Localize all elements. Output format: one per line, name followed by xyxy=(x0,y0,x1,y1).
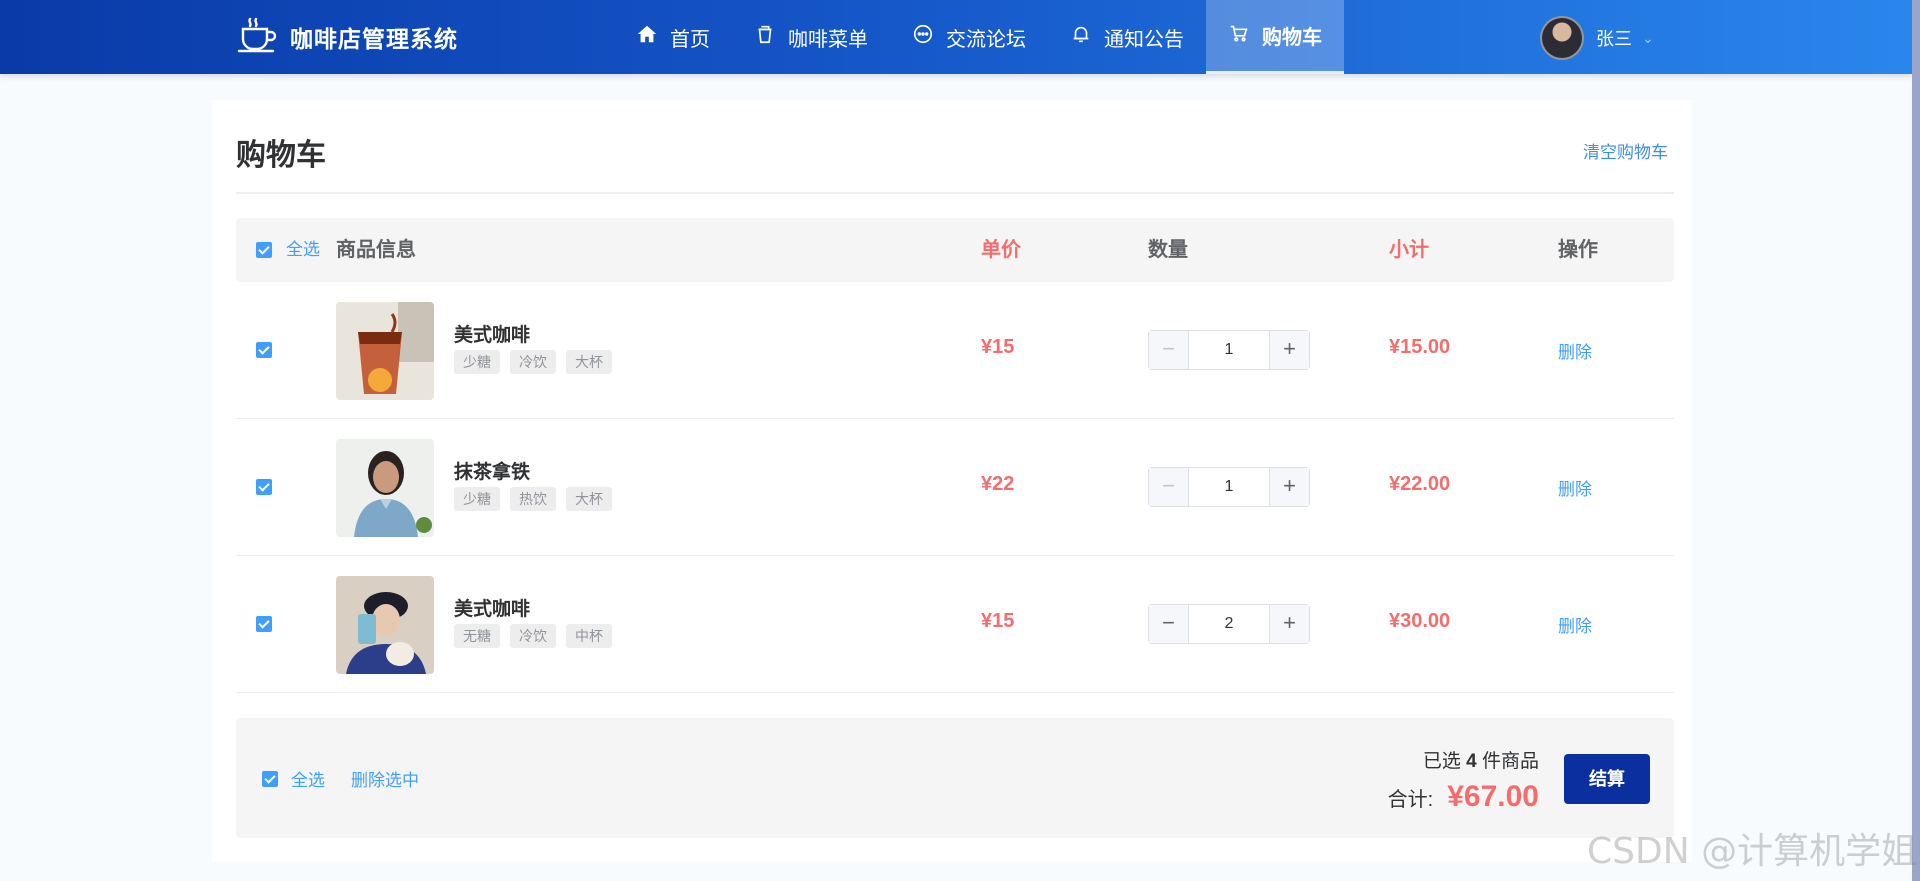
nav-label: 咖啡菜单 xyxy=(788,28,868,51)
cup-icon xyxy=(754,23,788,51)
chat-icon xyxy=(912,23,946,51)
cart-footer: 全选 删除选中 已选 4 件商品 合计: ¥67.00 结算 xyxy=(236,718,1674,838)
count-value: 4 xyxy=(1466,751,1477,772)
nav-item-notices[interactable]: 通知公告 xyxy=(1048,0,1206,74)
table-row: 抹茶拿铁 少糖 热饮 大杯 ¥22 − + ¥22.00 删除 xyxy=(236,419,1674,556)
quantity-stepper: − + xyxy=(1148,330,1310,370)
nav-item-forum[interactable]: 交流论坛 xyxy=(890,0,1048,74)
main-nav: 首页 咖啡菜单 交流论坛 通知公告 购物车 xyxy=(614,0,1344,74)
scrollbar[interactable] xyxy=(1912,0,1920,881)
nav-label: 首页 xyxy=(670,28,710,51)
brand[interactable]: 咖啡店管理系统 xyxy=(236,17,458,57)
increase-button[interactable]: + xyxy=(1269,605,1309,643)
quantity-input[interactable] xyxy=(1189,605,1269,643)
home-icon xyxy=(636,23,670,51)
spec-tag: 无糖 xyxy=(454,624,500,648)
table-header: 全选 商品信息 单价 数量 小计 操作 xyxy=(236,218,1674,282)
nav-label: 交流论坛 xyxy=(946,28,1026,51)
page-title: 购物车 xyxy=(236,139,326,172)
cart-icon xyxy=(1228,22,1262,50)
total-value: ¥67.00 xyxy=(1447,780,1539,813)
row-subtotal: ¥30.00 xyxy=(1389,610,1451,632)
decrease-button[interactable]: − xyxy=(1149,605,1189,643)
total-amount: 合计: ¥67.00 xyxy=(1388,780,1539,814)
product-tags: 少糖 冷饮 大杯 xyxy=(454,350,622,374)
column-header-price: 单价 xyxy=(981,239,1021,261)
row-subtotal: ¥15.00 xyxy=(1389,336,1451,358)
product-name: 抹茶拿铁 xyxy=(454,462,531,483)
row-checkbox[interactable] xyxy=(256,479,272,495)
spec-tag: 大杯 xyxy=(566,487,612,511)
top-navigation-bar: 咖啡店管理系统 首页 咖啡菜单 交流论坛 通知公告 购物车 张三 ⌄ xyxy=(0,0,1912,74)
unit-price: ¥22 xyxy=(981,473,1015,495)
divider xyxy=(236,192,1674,194)
delete-button[interactable]: 删除 xyxy=(1558,475,1592,500)
decrease-button[interactable]: − xyxy=(1149,331,1189,369)
quantity-stepper: − + xyxy=(1148,604,1310,644)
select-all-checkbox[interactable] xyxy=(256,242,272,258)
delete-button[interactable]: 删除 xyxy=(1558,612,1592,637)
brand-name: 咖啡店管理系统 xyxy=(290,26,458,52)
table-row: 美式咖啡 少糖 冷饮 大杯 ¥15 − + ¥15.00 删除 xyxy=(236,282,1674,419)
nav-label: 通知公告 xyxy=(1104,28,1184,51)
spec-tag: 中杯 xyxy=(566,624,612,648)
user-menu[interactable]: 张三 ⌄ xyxy=(1540,16,1654,60)
product-name: 美式咖啡 xyxy=(454,599,531,620)
product-tags: 无糖 冷饮 中杯 xyxy=(454,624,622,648)
coffee-cup-logo-icon xyxy=(236,15,280,60)
count-prefix: 已选 xyxy=(1422,751,1461,772)
unit-price: ¥15 xyxy=(981,610,1015,632)
footer-select-all-checkbox[interactable] xyxy=(262,770,278,787)
spec-tag: 少糖 xyxy=(454,350,500,374)
avatar[interactable] xyxy=(1540,16,1584,60)
count-suffix: 件商品 xyxy=(1481,751,1539,772)
product-tags: 少糖 热饮 大杯 xyxy=(454,487,622,511)
watermark: CSDN @计算机学姐 xyxy=(1587,831,1918,872)
increase-button[interactable]: + xyxy=(1269,468,1309,506)
spec-tag: 冷饮 xyxy=(510,350,556,374)
nav-item-coffee-menu[interactable]: 咖啡菜单 xyxy=(732,0,890,74)
column-header-info: 商品信息 xyxy=(336,239,416,261)
bell-icon xyxy=(1070,23,1104,51)
select-all-header[interactable]: 全选 xyxy=(256,218,320,282)
column-header-subtotal: 小计 xyxy=(1389,239,1429,261)
delete-selected-button[interactable]: 删除选中 xyxy=(351,766,419,791)
cart-panel: 购物车 清空购物车 全选 商品信息 单价 数量 小计 操作 美式咖啡 少糖 冷饮… xyxy=(212,100,1692,862)
footer-actions: 全选 删除选中 xyxy=(262,766,419,791)
spec-tag: 少糖 xyxy=(454,487,500,511)
row-checkbox[interactable] xyxy=(256,342,272,358)
unit-price: ¥15 xyxy=(981,336,1015,358)
delete-button[interactable]: 删除 xyxy=(1558,338,1592,363)
nav-item-home[interactable]: 首页 xyxy=(614,0,732,74)
product-image xyxy=(336,302,434,400)
total-label: 合计: xyxy=(1387,789,1434,811)
quantity-stepper: − + xyxy=(1148,467,1310,507)
select-all-label[interactable]: 全选 xyxy=(286,218,320,282)
footer-select-all-label[interactable]: 全选 xyxy=(291,766,325,791)
increase-button[interactable]: + xyxy=(1269,331,1309,369)
spec-tag: 大杯 xyxy=(566,350,612,374)
spec-tag: 热饮 xyxy=(510,487,556,511)
column-header-quantity: 数量 xyxy=(1148,239,1188,261)
nav-item-cart[interactable]: 购物车 xyxy=(1206,0,1344,74)
spec-tag: 冷饮 xyxy=(510,624,556,648)
selected-count: 已选 4 件商品 xyxy=(1423,746,1539,773)
quantity-input[interactable] xyxy=(1189,331,1269,369)
row-checkbox[interactable] xyxy=(256,616,272,632)
user-name: 张三 xyxy=(1596,29,1632,49)
clear-cart-link[interactable]: 清空购物车 xyxy=(1583,138,1668,163)
chevron-down-icon: ⌄ xyxy=(1642,29,1654,46)
checkout-button[interactable]: 结算 xyxy=(1564,754,1650,804)
nav-label: 购物车 xyxy=(1262,27,1322,49)
product-name: 美式咖啡 xyxy=(454,325,531,346)
row-subtotal: ¥22.00 xyxy=(1389,473,1451,495)
column-header-action: 操作 xyxy=(1558,239,1598,261)
table-row: 美式咖啡 无糖 冷饮 中杯 ¥15 − + ¥30.00 删除 xyxy=(236,556,1674,693)
product-image xyxy=(336,576,434,674)
decrease-button[interactable]: − xyxy=(1149,468,1189,506)
product-image xyxy=(336,439,434,537)
quantity-input[interactable] xyxy=(1189,468,1269,506)
